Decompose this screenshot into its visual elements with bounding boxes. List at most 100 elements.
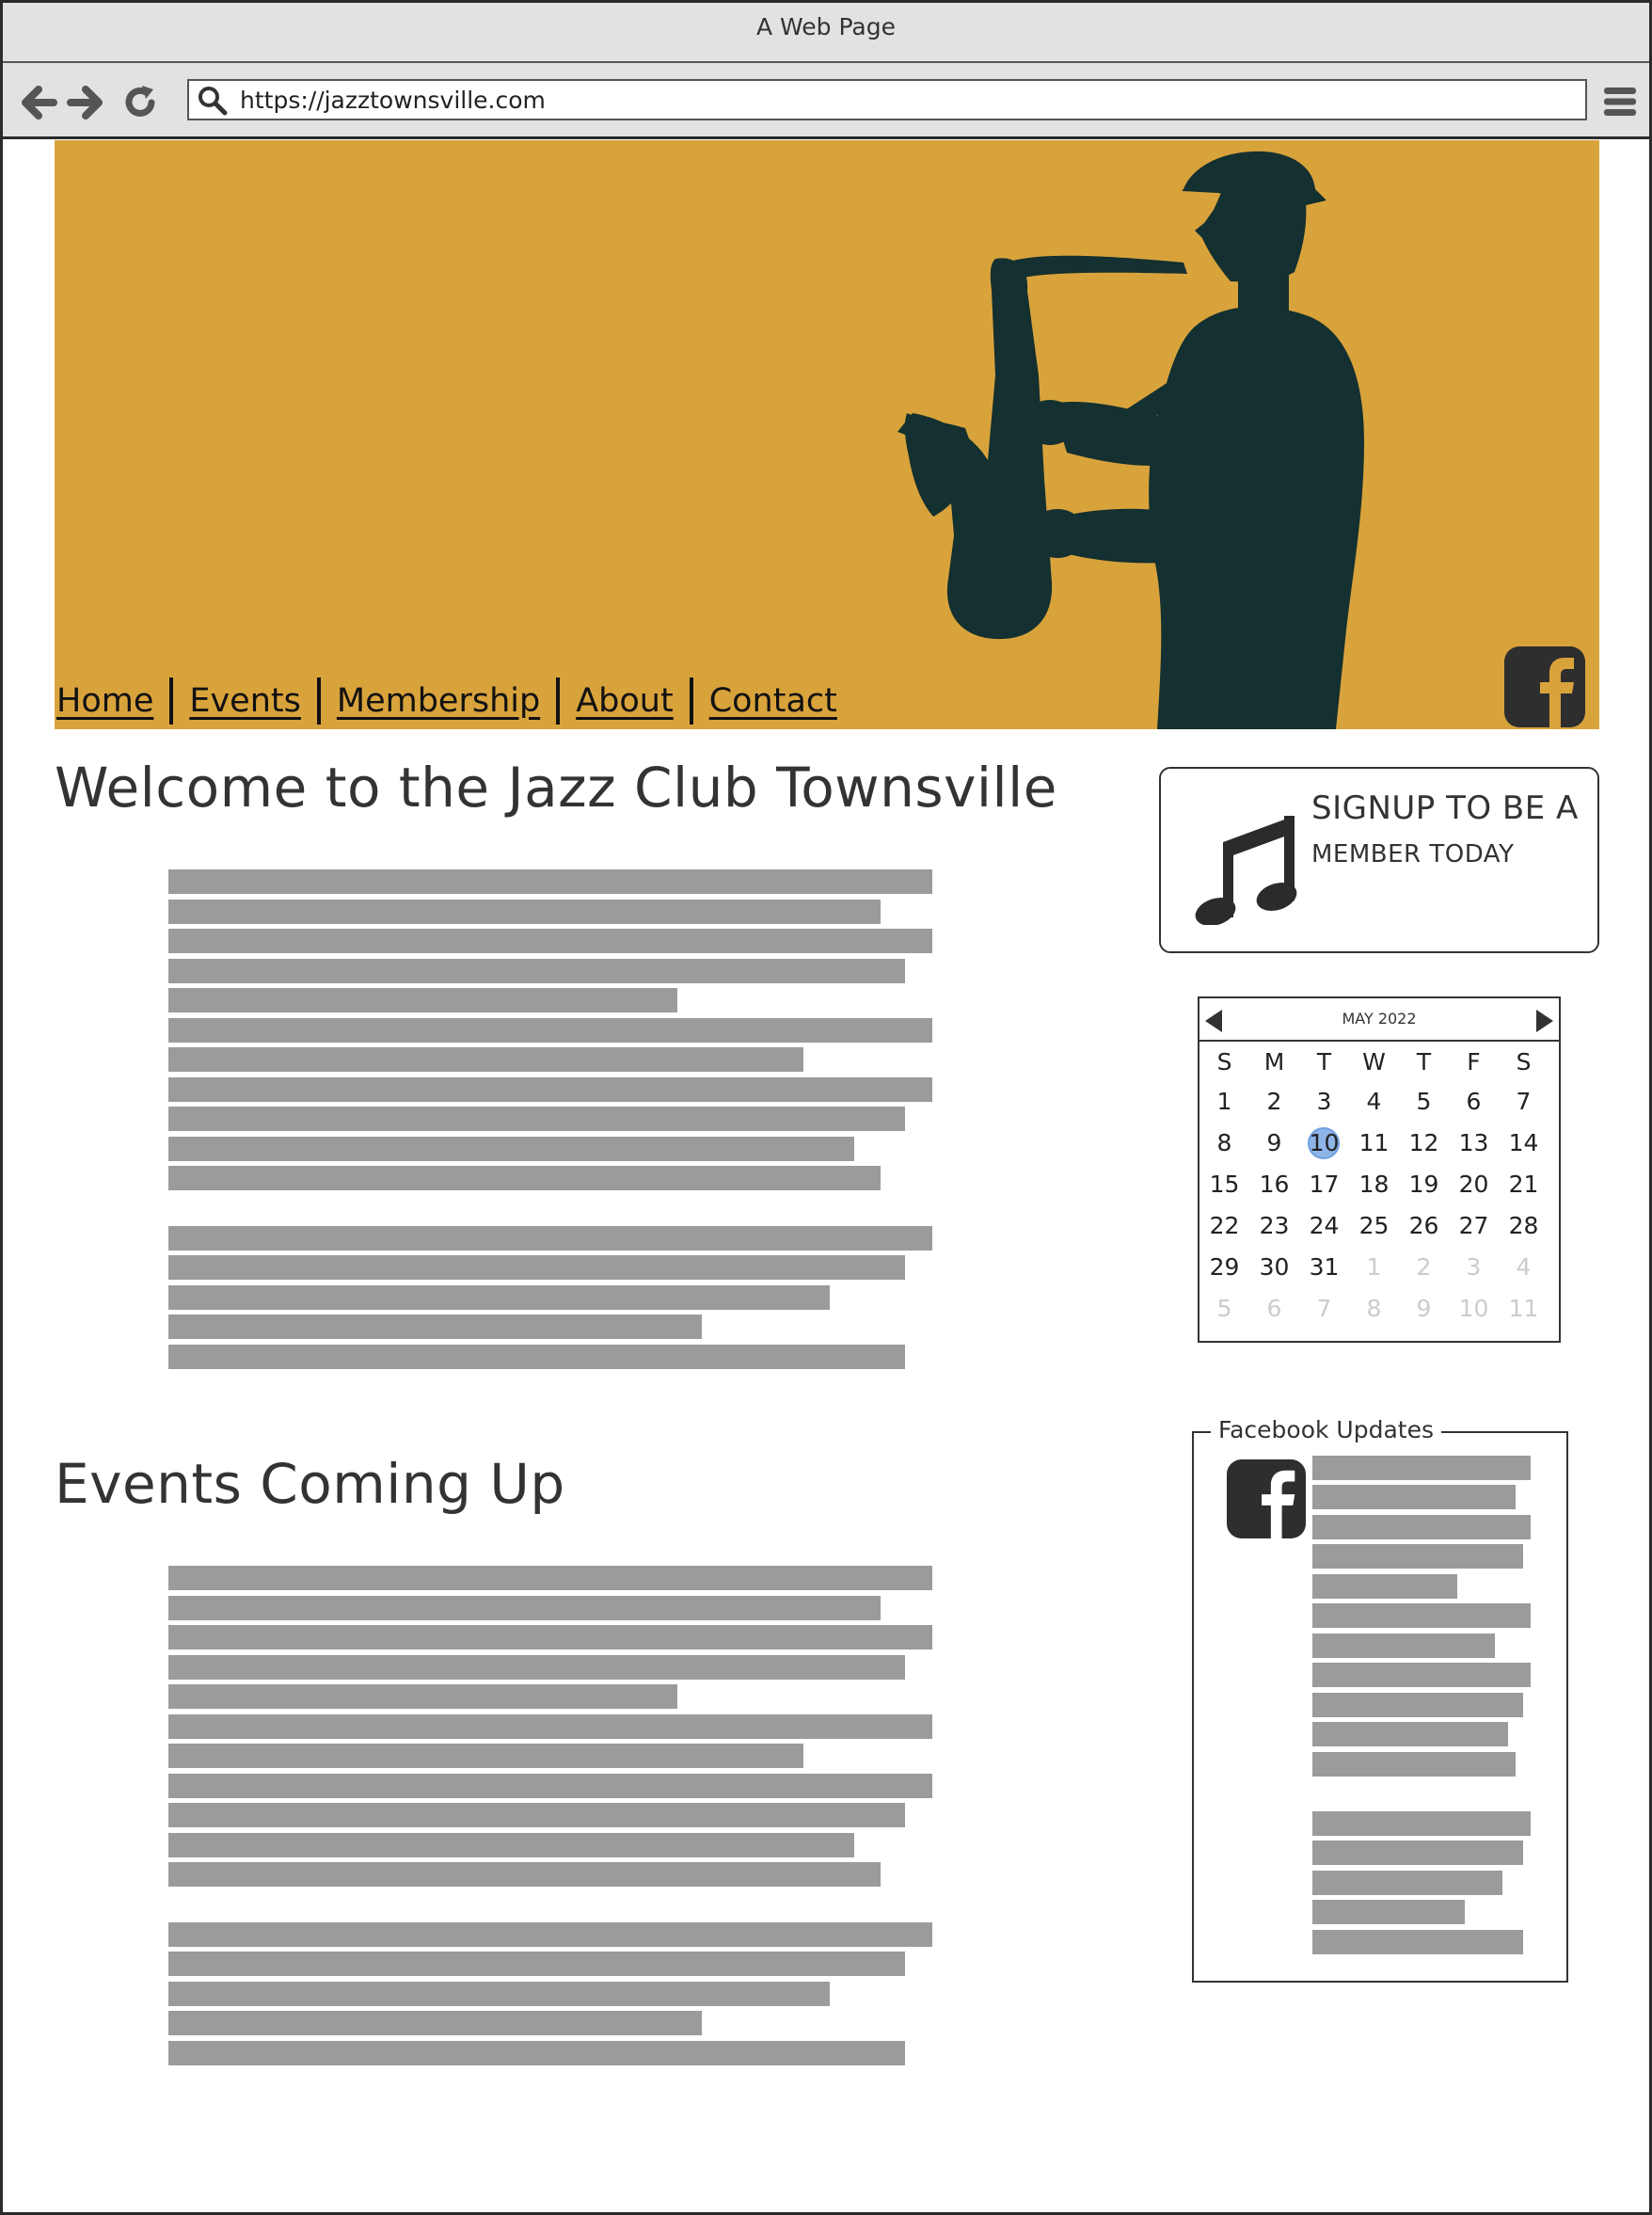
calendar-day-outside-month[interactable]: 11 [1499, 1288, 1549, 1330]
calendar-day[interactable]: 2 [1249, 1081, 1299, 1123]
text-line-placeholder [168, 929, 932, 953]
calendar-day-outside-month[interactable]: 3 [1449, 1247, 1499, 1288]
nav-home[interactable]: Home [56, 677, 169, 725]
calendar-day[interactable]: 18 [1349, 1164, 1399, 1205]
calendar-day[interactable]: 28 [1499, 1205, 1549, 1247]
calendar-day[interactable]: 23 [1249, 1205, 1299, 1247]
text-line-placeholder [168, 1226, 932, 1251]
calendar-day[interactable]: 6 [1449, 1081, 1499, 1123]
text-line-placeholder [168, 1714, 932, 1739]
weekday-label: S [1216, 1048, 1232, 1076]
url-text: https://jazztownsville.com [240, 87, 546, 114]
calendar-day[interactable]: 20 [1449, 1164, 1499, 1205]
weekday-label: S [1516, 1048, 1532, 1076]
calendar-day[interactable]: 27 [1449, 1205, 1499, 1247]
calendar-day[interactable]: 9 [1249, 1123, 1299, 1164]
text-line-placeholder [1312, 1722, 1508, 1746]
text-line-placeholder [168, 1803, 905, 1827]
text-line-placeholder [168, 869, 932, 894]
hero-banner: Home Events Membership About Contact [55, 140, 1599, 729]
calendar-day[interactable]: 17 [1299, 1164, 1349, 1205]
calendar-day[interactable]: 25 [1349, 1205, 1399, 1247]
calendar-day[interactable]: 4 [1349, 1081, 1399, 1123]
weekday-label: W [1362, 1048, 1386, 1076]
calendar-day[interactable]: 30 [1249, 1247, 1299, 1288]
calendar-day-outside-month[interactable]: 9 [1399, 1288, 1449, 1330]
calendar-day[interactable]: 26 [1399, 1205, 1449, 1247]
calendar-day[interactable]: 7 [1499, 1081, 1549, 1123]
text-line-placeholder [168, 1018, 932, 1043]
calendar-day[interactable]: 15 [1199, 1164, 1249, 1205]
calendar-day[interactable]: 16 [1249, 1164, 1299, 1205]
facebook-icon[interactable] [1227, 1459, 1306, 1538]
calendar-day-outside-month[interactable]: 2 [1399, 1247, 1449, 1288]
calendar-day[interactable]: 12 [1399, 1123, 1449, 1164]
text-line-placeholder [168, 1107, 905, 1131]
text-line-placeholder [168, 1744, 803, 1768]
main-nav: Home Events Membership About Contact [56, 677, 853, 725]
hamburger-menu-icon[interactable] [1602, 84, 1638, 120]
text-line-placeholder [1312, 1515, 1531, 1539]
text-line-placeholder [1312, 1841, 1523, 1865]
weekday-label: F [1467, 1048, 1481, 1076]
text-line-placeholder [1312, 1574, 1457, 1599]
calendar-day[interactable]: 1 [1199, 1081, 1249, 1123]
calendar-day[interactable]: 22 [1199, 1205, 1249, 1247]
text-line-placeholder [168, 1137, 854, 1161]
calendar-day[interactable]: 21 [1499, 1164, 1549, 1205]
text-line-placeholder [168, 1047, 803, 1072]
window-title: A Web Page [3, 3, 1649, 63]
calendar-day-outside-month[interactable]: 5 [1199, 1288, 1249, 1330]
facebook-updates-title: Facebook Updates [1211, 1416, 1441, 1444]
calendar-day[interactable]: 5 [1399, 1081, 1449, 1123]
text-line-placeholder [1312, 1603, 1531, 1628]
calendar-day[interactable]: 19 [1399, 1164, 1449, 1205]
calendar-day[interactable]: 13 [1449, 1123, 1499, 1164]
music-note-icon [1195, 816, 1297, 925]
text-line-placeholder [168, 1684, 677, 1709]
calendar-header: MAY 2022 [1199, 998, 1559, 1042]
text-line-placeholder [1312, 1693, 1523, 1717]
calendar-day[interactable]: 11 [1349, 1123, 1399, 1164]
text-line-placeholder [1312, 1633, 1495, 1658]
text-line-placeholder [168, 1077, 932, 1102]
calendar-day-outside-month[interactable]: 6 [1249, 1288, 1299, 1330]
reload-icon[interactable] [119, 82, 161, 123]
nav-contact[interactable]: Contact [693, 677, 853, 725]
calendar-day[interactable]: 29 [1199, 1247, 1249, 1288]
next-month-icon[interactable] [1536, 1010, 1553, 1032]
nav-events[interactable]: Events [173, 677, 317, 725]
calendar-day[interactable]: 14 [1499, 1123, 1549, 1164]
text-line-placeholder [1312, 1456, 1531, 1480]
calendar-day-selected[interactable]: 10 [1299, 1123, 1349, 1164]
text-line-placeholder [168, 1255, 905, 1280]
nav-membership[interactable]: Membership [321, 677, 556, 725]
prev-month-icon[interactable] [1205, 1010, 1222, 1032]
calendar-grid: S M T W T F S 1 2 3 4 5 6 7 8 9 10 11 12 13 14 15 16 17 18 19 20 21… [1199, 1044, 1559, 1330]
facebook-updates-panel: Facebook Updates [1192, 1416, 1568, 1983]
text-line-placeholder [168, 900, 881, 924]
calendar-day-outside-month[interactable]: 8 [1349, 1288, 1399, 1330]
text-line-placeholder [1312, 1930, 1523, 1954]
text-line-placeholder [168, 1625, 932, 1649]
calendar-day-outside-month[interactable]: 10 [1449, 1288, 1499, 1330]
address-bar[interactable]: https://jazztownsville.com [187, 79, 1587, 120]
calendar-day-outside-month[interactable]: 7 [1299, 1288, 1349, 1330]
text-line-placeholder [168, 1952, 905, 1976]
calendar-day[interactable]: 24 [1299, 1205, 1349, 1247]
facebook-icon[interactable] [1504, 646, 1585, 727]
calendar-day[interactable]: 31 [1299, 1247, 1349, 1288]
signup-button[interactable]: SIGNUP TO BE A MEMBER TODAY [1159, 767, 1599, 953]
calendar-day-outside-month[interactable]: 4 [1499, 1247, 1549, 1288]
calendar-day-outside-month[interactable]: 1 [1349, 1247, 1399, 1288]
text-line-placeholder [168, 1596, 881, 1620]
calendar-day[interactable]: 8 [1199, 1123, 1249, 1164]
nav-about[interactable]: About [560, 677, 689, 725]
forward-arrow-icon[interactable] [65, 82, 106, 123]
calendar-day[interactable]: 3 [1299, 1081, 1349, 1123]
text-line-placeholder [1312, 1485, 1516, 1509]
calendar-month-label: MAY 2022 [1342, 1010, 1417, 1028]
text-line-placeholder [168, 1774, 932, 1798]
back-arrow-icon[interactable] [18, 82, 59, 123]
signup-line2: MEMBER TODAY [1311, 840, 1515, 868]
